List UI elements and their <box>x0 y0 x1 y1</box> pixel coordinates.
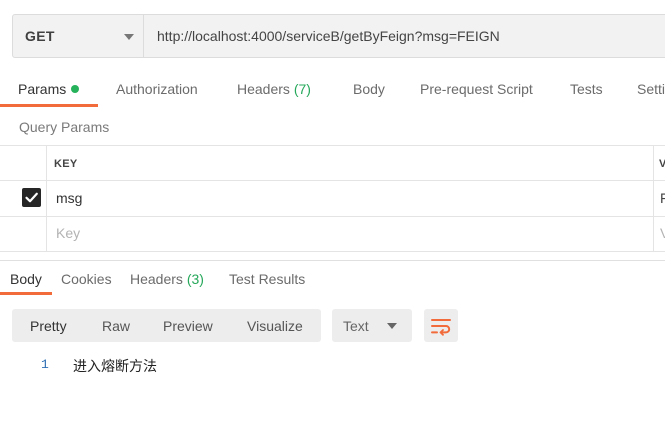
active-response-tab-indicator <box>0 292 52 295</box>
response-divider <box>0 260 665 261</box>
format-select[interactable]: Text <box>332 309 412 342</box>
view-preview-button[interactable]: Preview <box>163 318 213 334</box>
tab-authorization[interactable]: Authorization <box>116 81 198 97</box>
response-body-text: 进入熔断方法 <box>73 359 157 375</box>
tab-count: (3) <box>186 271 204 287</box>
tab-label: Body <box>353 81 385 97</box>
tab-label: Body <box>10 271 42 287</box>
tab-label: Params <box>18 81 67 97</box>
view-mode-group: Pretty Raw Preview Visualize <box>12 309 321 342</box>
tab-label: Tests <box>570 81 603 97</box>
key-column-header: KEY <box>54 158 78 170</box>
request-tabs: Params Authorization Headers (7) Body Pr… <box>0 72 665 108</box>
tab-headers[interactable]: Headers (7) <box>237 81 311 97</box>
table-divider <box>0 216 665 217</box>
tab-label: Pre-request Script <box>420 81 533 97</box>
tab-label: Headers <box>130 271 183 287</box>
line-number: 1 <box>41 357 49 372</box>
new-key-field[interactable]: Key <box>56 225 80 241</box>
view-raw-button[interactable]: Raw <box>102 318 130 334</box>
chevron-down-icon <box>124 34 134 40</box>
method-label: GET <box>25 28 55 44</box>
tab-count: (7) <box>293 81 311 97</box>
request-bar: GET http://localhost:4000/serviceB/getBy… <box>12 14 665 58</box>
format-label: Text <box>343 318 369 334</box>
tab-test-results[interactable]: Test Results <box>229 271 305 287</box>
url-input[interactable]: http://localhost:4000/serviceB/getByFeig… <box>144 14 665 58</box>
table-border-top <box>0 145 665 146</box>
tab-pre-request-script[interactable]: Pre-request Script <box>420 81 533 97</box>
tab-body[interactable]: Body <box>353 81 385 97</box>
param-checkbox[interactable] <box>22 188 41 207</box>
tab-label: Setti <box>637 81 665 97</box>
tab-label: Headers <box>237 81 290 97</box>
param-value-field[interactable]: F <box>660 190 665 206</box>
tab-label: Test Results <box>229 271 306 287</box>
query-params-title: Query Params <box>19 119 110 135</box>
method-select[interactable]: GET <box>12 14 144 58</box>
tab-tests[interactable]: Tests <box>570 81 603 97</box>
table-column-divider <box>653 145 654 252</box>
wrap-lines-button[interactable] <box>424 309 458 342</box>
value-column-header: V <box>659 158 665 170</box>
tab-params[interactable]: Params <box>18 81 80 97</box>
tab-label: Cookies <box>61 271 112 287</box>
tab-label: Authorization <box>116 81 198 97</box>
wrap-lines-icon <box>431 319 451 336</box>
table-divider <box>0 180 665 181</box>
tab-response-headers[interactable]: Headers (3) <box>130 271 204 287</box>
active-tab-indicator <box>0 104 98 107</box>
chevron-down-icon <box>387 323 397 329</box>
table-column-divider <box>46 145 47 252</box>
tab-settings[interactable]: Setti <box>637 81 665 97</box>
view-visualize-button[interactable]: Visualize <box>247 318 303 334</box>
tab-cookies[interactable]: Cookies <box>61 271 112 287</box>
tab-response-body[interactable]: Body <box>10 271 42 287</box>
checkmark-icon <box>25 192 38 203</box>
table-border-bottom <box>0 251 665 252</box>
new-value-field[interactable]: V <box>660 225 665 241</box>
param-key-field[interactable]: msg <box>56 190 82 206</box>
view-pretty-button[interactable]: Pretty <box>30 318 67 334</box>
status-dot-icon <box>71 85 80 93</box>
